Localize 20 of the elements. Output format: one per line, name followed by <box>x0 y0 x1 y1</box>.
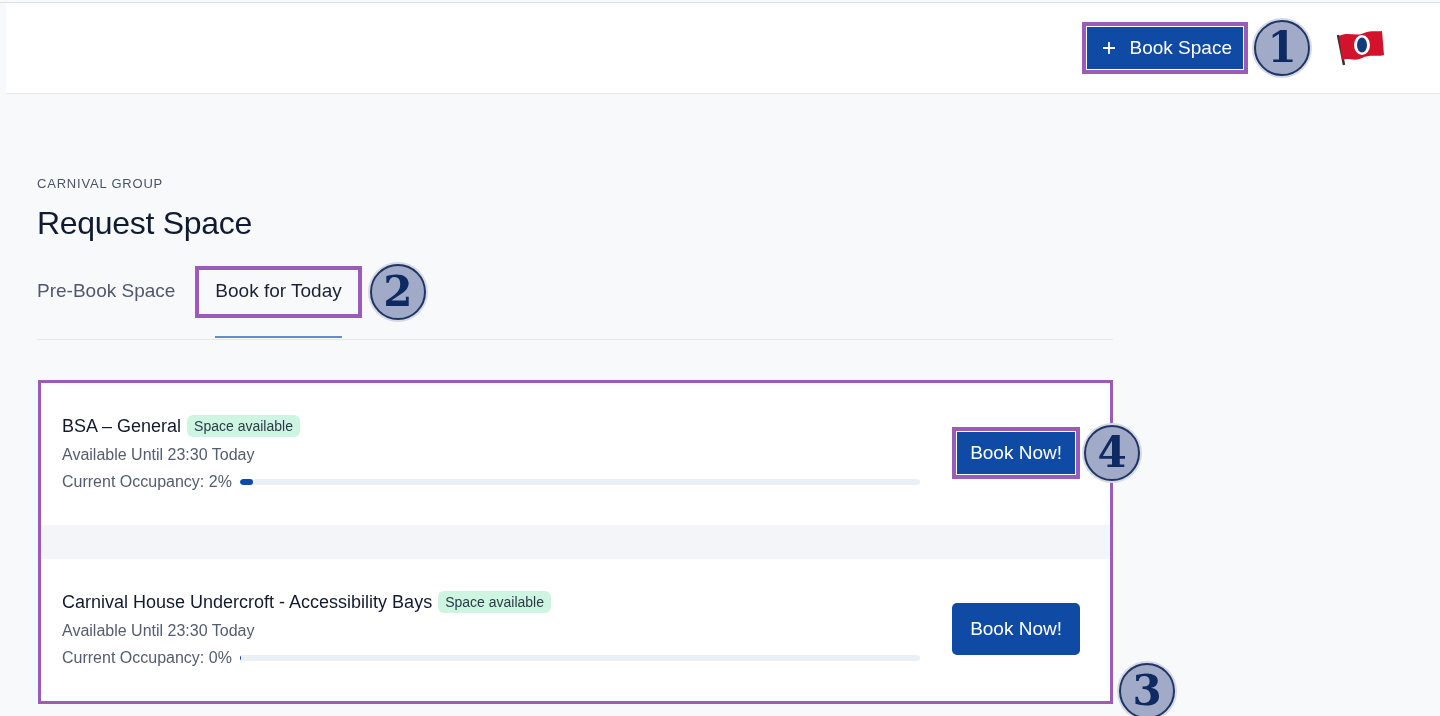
availability-text: Available Until 23:30 Today <box>62 446 256 464</box>
space-name: Carnival House Undercroft - Accessibility Bays <box>62 591 433 613</box>
status-badge: Space available <box>438 591 551 613</box>
book-now-button[interactable]: Book Now! <box>952 603 1080 655</box>
occupancy-text: Current Occupancy: 2% <box>62 473 232 491</box>
availability-text: Available Until 23:30 Today <box>62 622 256 640</box>
space-name: BSA – General <box>62 415 182 437</box>
callout-marker: 4 <box>1084 425 1140 481</box>
tab[interactable]: Pre-Book Space <box>17 266 196 318</box>
callout-marker: 2 <box>369 264 426 320</box>
callout-marker: 3 <box>1119 663 1175 716</box>
book-space-button[interactable]: Book Space <box>1081 22 1248 74</box>
group-label: CARNIVAL GROUP <box>37 176 165 191</box>
occupancy-text: Current Occupancy: 0% <box>62 649 232 667</box>
status-badge: Space available <box>187 415 300 437</box>
callout-marker: 1 <box>1254 20 1310 76</box>
plus-icon <box>1101 41 1116 55</box>
tab[interactable]: Book for Today <box>195 266 362 318</box>
page-title: Request Space <box>37 205 253 242</box>
book-now-button[interactable]: Book Now! <box>952 427 1080 479</box>
